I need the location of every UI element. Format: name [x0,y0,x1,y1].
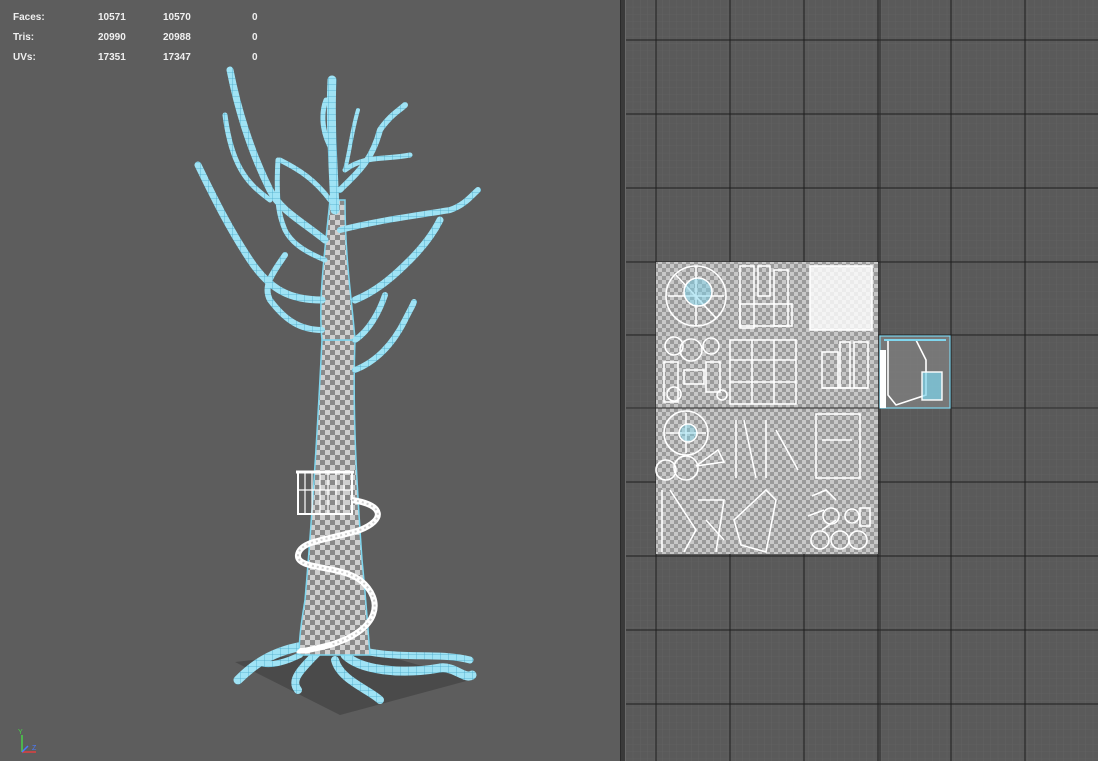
axis-y-label: Y [18,729,23,736]
uv-grid-canvas[interactable] [626,0,1098,761]
tree-model[interactable]: Y Z [0,0,620,761]
tree-trunk [298,339,371,656]
uv-selected-shell [879,335,951,409]
app-window: Faces: 10571 10570 0 Tris: 20990 20988 0… [0,0,1098,761]
3d-viewport[interactable]: Faces: 10571 10570 0 Tris: 20990 20988 0… [0,0,620,761]
axis-z-label: Z [32,745,37,752]
uv-editor[interactable] [626,0,1098,761]
